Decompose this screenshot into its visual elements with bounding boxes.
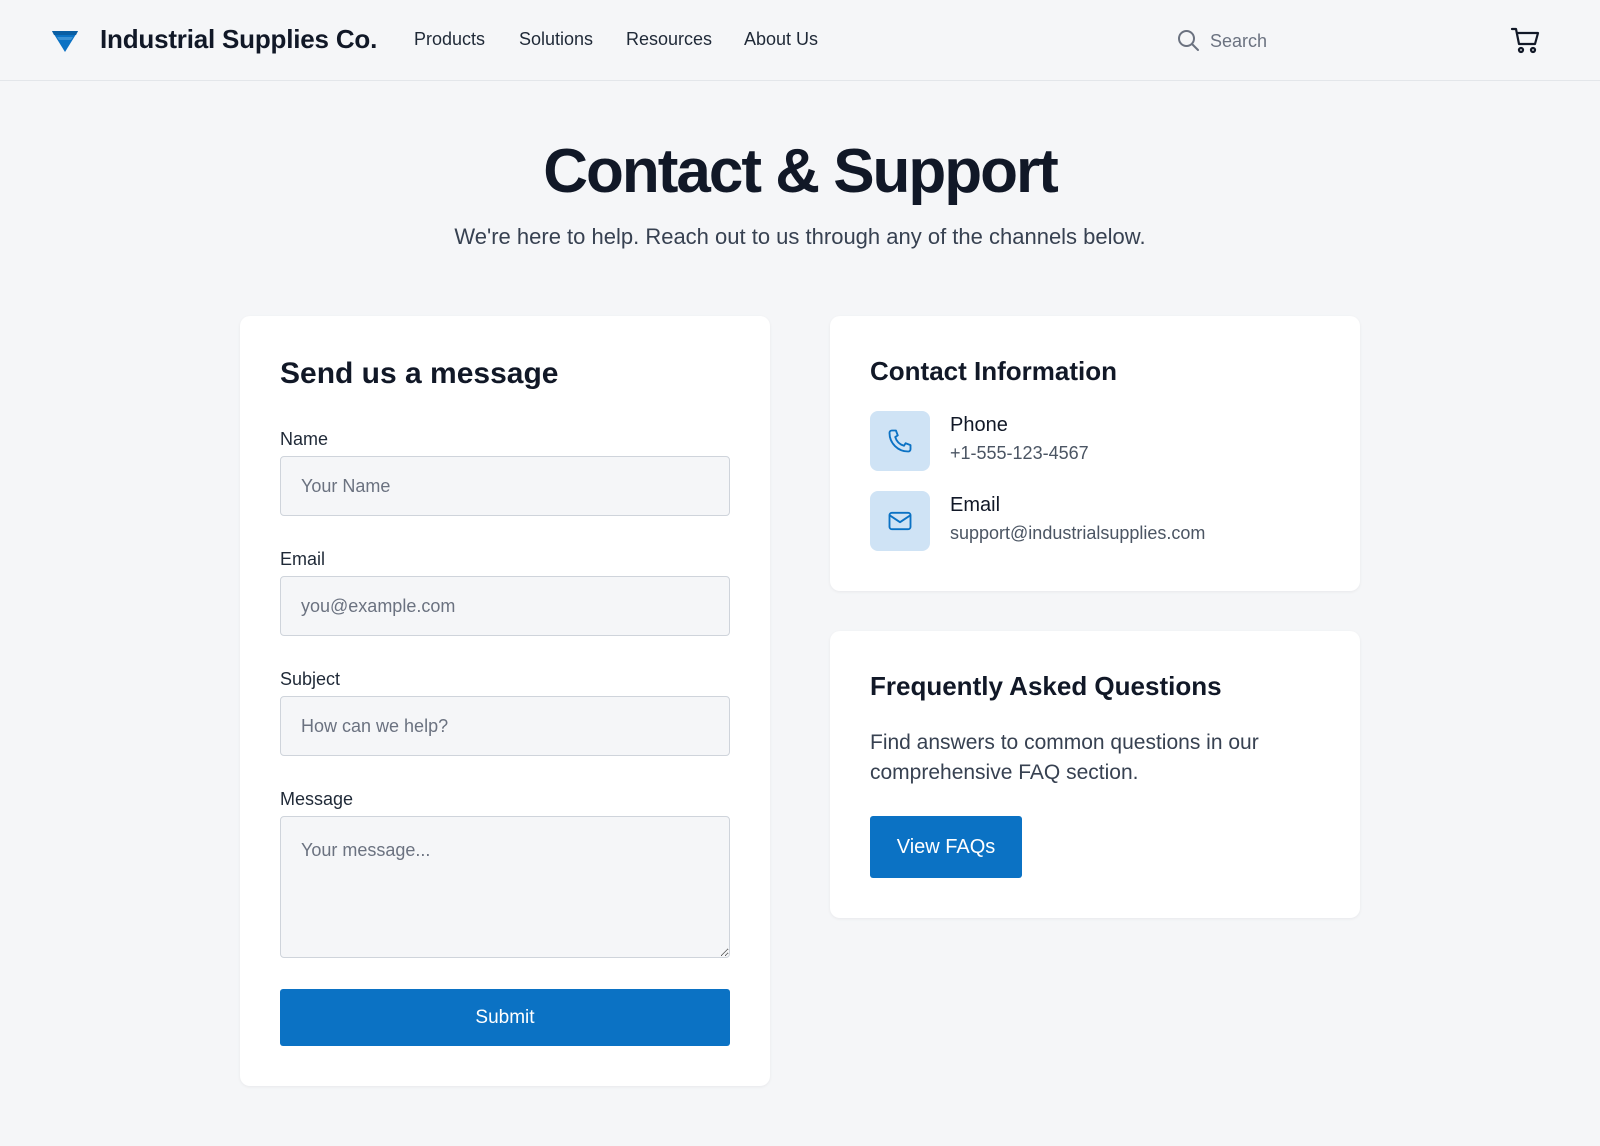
contact-info-card: Contact Information Phone +1-555-123-456… xyxy=(830,316,1360,591)
subject-label: Subject xyxy=(280,669,341,689)
page-subtitle: We're here to help. Reach out to us thro… xyxy=(454,224,1146,249)
phone-value[interactable]: +1-555-123-4567 xyxy=(950,443,1089,464)
nav-about-us[interactable]: About Us xyxy=(744,29,818,50)
search-icon[interactable] xyxy=(1176,28,1200,52)
search-input[interactable] xyxy=(1210,26,1390,56)
envelope-icon xyxy=(888,511,912,531)
faq-description: Find answers to common questions in our … xyxy=(870,731,1259,784)
brand-name[interactable]: Industrial Supplies Co. xyxy=(100,24,377,55)
email-value[interactable]: support@industrialsupplies.com xyxy=(950,523,1205,544)
funnel-logo-icon[interactable] xyxy=(51,27,79,53)
message-label: Message xyxy=(280,789,354,809)
phone-label: Phone xyxy=(950,414,1008,436)
email-field[interactable] xyxy=(280,576,730,636)
faq-title: Frequently Asked Questions xyxy=(870,671,1222,701)
message-form-card: Send us a message Name Email Subject Mes… xyxy=(240,316,770,1086)
search-bar xyxy=(1176,26,1396,56)
site-header: Industrial Supplies Co. Products Solutio… xyxy=(0,0,1600,81)
view-faqs-button[interactable]: View FAQs xyxy=(870,816,1022,878)
name-field[interactable] xyxy=(280,456,730,516)
phone-icon xyxy=(888,429,912,453)
nav-solutions[interactable]: Solutions xyxy=(519,29,593,50)
name-label: Name xyxy=(280,429,329,449)
message-field[interactable] xyxy=(280,816,730,958)
email-label: Email xyxy=(950,494,1001,516)
cart-icon[interactable] xyxy=(1510,25,1540,55)
page-title: Contact & Support xyxy=(543,137,1059,206)
nav-resources[interactable]: Resources xyxy=(626,29,712,50)
email-icon-box xyxy=(870,491,930,551)
form-title: Send us a message xyxy=(280,357,559,390)
faq-card: Frequently Asked Questions Find answers … xyxy=(830,631,1360,918)
nav-products[interactable]: Products xyxy=(414,29,485,50)
subject-field[interactable] xyxy=(280,696,730,756)
phone-icon-box xyxy=(870,411,930,471)
contact-info-title: Contact Information xyxy=(870,356,1117,386)
email-label: Email xyxy=(280,549,326,569)
submit-button[interactable]: Submit xyxy=(280,989,730,1046)
